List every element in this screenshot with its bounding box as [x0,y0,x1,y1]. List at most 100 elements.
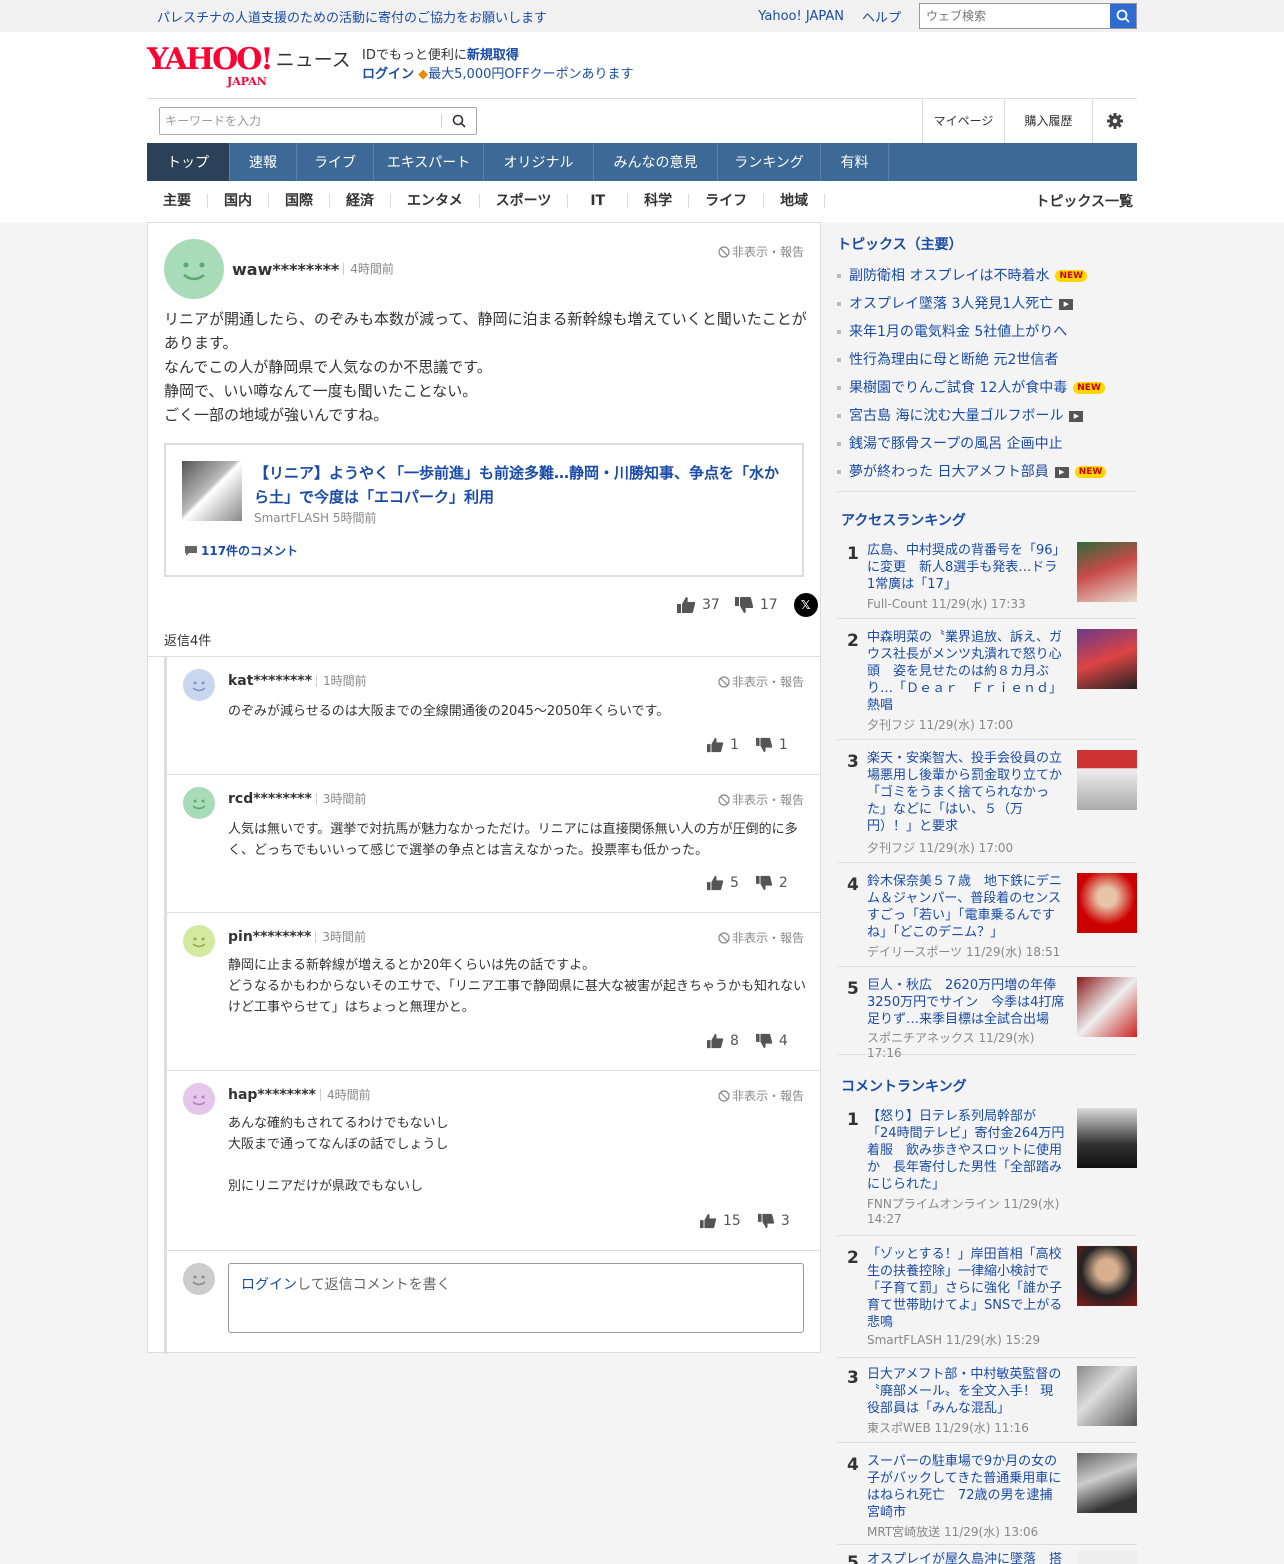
ranking-item[interactable]: 2 中森明菜の〝業界追放、訴え、ガウス社長がメンツ丸潰れで怒り心頭 姿を見せたの… [837,619,1137,740]
category-region[interactable]: 地域 [764,194,826,208]
ranking-item[interactable]: 5 オスプレイが屋久島沖に墜落 搭 [837,1545,1137,1564]
tab-paid[interactable]: 有料 [821,143,889,181]
category-life[interactable]: ライフ [689,194,765,208]
ranking-thumbnail [1077,1551,1137,1564]
topic-item[interactable]: 果樹園でりんご試食 12人が食中毒 NEW [837,374,1137,402]
mypage-button[interactable]: マイページ [922,98,1004,143]
keyword-input[interactable]: キーワードを入力 [160,112,441,129]
video-icon: ▶ [1069,410,1084,422]
topics-section: トピックス（主要） 副防衛相 オスプレイは不時着水 NEW オスプレイ墜落 3人発… [837,234,1137,492]
thumbs-down-icon[interactable] [755,1033,773,1049]
yahoo-japan-link[interactable]: Yahoo! JAPAN [758,9,844,24]
ranking-item[interactable]: 1 【怒り】日テレ系列局幹部が「24時間テレビ」寄付金264万円着服 飲み歩きや… [837,1100,1137,1236]
site-header: YAHOO! JAPAN ニュース IDでもっと便利に新規取得 ログイン ◆最大5… [147,44,1137,94]
category-nav: 主要 国内 国際 経済 エンタメ スポーツ IT 科学 ライフ 地域 トピックス… [147,181,1137,221]
category-main[interactable]: 主要 [147,194,208,208]
category-it[interactable]: IT [568,194,629,208]
topics-list-link[interactable]: トピックス一覧 [1035,191,1137,211]
new-badge: NEW [1073,382,1105,394]
tab-expert[interactable]: エキスパート [374,143,484,181]
article-comments-link[interactable]: 117件のコメント [184,542,298,559]
report-button[interactable]: 非表示・報告 [718,791,804,808]
ranking-item[interactable]: 4 スーパーの駐車場で9か月の女の子がバックしてきた普通乗用車にはねられ死亡 7… [837,1443,1137,1545]
comment-votes: 37 17 𝕏 [676,593,818,617]
signup-link[interactable]: 新規取得 [467,48,519,63]
comment-header: waw******** 4時間前 [164,239,394,299]
report-button[interactable]: 非表示・報告 [718,929,804,946]
thumbs-up-icon[interactable] [706,1033,724,1049]
purchase-history-button[interactable]: 購入履歴 [1004,98,1092,143]
dislike-count: 17 [759,597,778,613]
donation-notice-link[interactable]: パレスチナの人道支援のための活動に寄付のご協力をお願いします [147,7,758,26]
thumbs-down-icon[interactable] [734,596,754,614]
coupon-icon: ◆ [418,67,429,82]
tab-top[interactable]: トップ [147,143,230,181]
yahoo-news-logo[interactable]: YAHOO! JAPAN ニュース [147,44,362,94]
avatar [183,925,215,957]
topic-item[interactable]: オスプレイ墜落 3人発見1人死亡 ▶ [837,290,1137,318]
ranking-thumbnail [1077,977,1137,1037]
coupon-link[interactable]: 最大5,000円OFFクーポンあります [428,67,633,82]
thumbs-up-icon[interactable] [706,737,724,753]
reply-user[interactable]: pin******** [228,929,311,945]
category-entertainment[interactable]: エンタメ [391,194,480,208]
thumbs-up-icon[interactable] [699,1213,717,1229]
thumbs-down-icon[interactable] [755,737,773,753]
category-sports[interactable]: スポーツ [480,194,569,208]
reply-login-link[interactable]: ログイン [241,1277,297,1293]
tab-ranking[interactable]: ランキング [718,143,821,181]
news-label: ニュース [275,49,351,71]
thumbs-up-icon[interactable] [676,596,696,614]
like-count: 37 [702,597,720,613]
reply-input[interactable]: ログインして返信コメントを書く [228,1263,804,1333]
comment-user[interactable]: waw******** [232,260,339,279]
category-world[interactable]: 国際 [269,194,330,208]
ranking-thumbnail [1077,1366,1137,1426]
thumbs-down-icon[interactable] [757,1213,775,1229]
search-icon [452,114,466,128]
tab-live[interactable]: ライブ [297,143,374,181]
reply-user[interactable]: kat******** [228,673,312,689]
ranking-item[interactable]: 3 日大アメフト部・中村敏英監督の〝廃部メール〟を全文入手！ 現役部員は「みんな… [837,1358,1137,1443]
ranking-item[interactable]: 2 「ゾッとする！」岸田首相「高校生の扶養控除」一律縮小検討で「子育て罰」さらに… [837,1236,1137,1358]
topic-item[interactable]: 宮古島 海に沈む大量ゴルフボール ▶ [837,402,1137,430]
category-economy[interactable]: 経済 [330,194,391,208]
tab-original[interactable]: オリジナル [484,143,594,181]
keyword-search[interactable]: キーワードを入力 [159,106,477,135]
ranking-item[interactable]: 5 巨人・秋広 2620万円増の年俸3250万円でサイン 今季は4打席足りず…来… [837,967,1137,1060]
tab-opinion[interactable]: みんなの意見 [594,143,718,181]
report-button[interactable]: 非表示・報告 [718,1087,804,1104]
linked-article-card[interactable]: 【リニア】ようやく「一歩前進」も前途多難…静岡・川勝知事、争点を「水から土」で今… [164,443,804,577]
block-icon [718,793,730,806]
smiley-icon [192,937,206,948]
replies-list: kat******** 1時間前 非表示・報告 のぞみが減らせるのは大阪までの全線… [148,656,820,1354]
keyword-search-button[interactable] [442,114,476,128]
login-link[interactable]: ログイン [362,67,414,82]
ranking-item[interactable]: 3 楽天・安楽智大、投手会役員の立場悪用し後輩から罰金取り立てか「ゴミをうまく捨… [837,740,1137,863]
thumbs-down-icon[interactable] [755,875,773,891]
web-search-button[interactable] [1110,4,1136,28]
category-science[interactable]: 科学 [628,194,690,208]
tab-breaking[interactable]: 速報 [230,143,297,181]
ranking-item[interactable]: 1 広島、中村奨成の背番号を「96」に変更 新人8選手も発表…ドラ1常廣は「17… [837,536,1137,619]
topic-item[interactable]: 銭湯で豚骨スープの風呂 企画中止 [837,430,1137,458]
topic-item[interactable]: 副防衛相 オスプレイは不時着水 NEW [837,262,1137,290]
new-badge: NEW [1055,270,1088,282]
topic-item[interactable]: 性行為理由に母と断絶 元2世信者 [837,346,1137,374]
thumbs-up-icon[interactable] [706,875,724,891]
report-button[interactable]: 非表示・報告 [718,243,804,260]
category-domestic[interactable]: 国内 [208,194,269,208]
reply-user[interactable]: hap******** [228,1087,316,1103]
report-button[interactable]: 非表示・報告 [718,673,804,690]
topic-item[interactable]: 夢が終わった 日大アメフト部員 ▶ NEW [837,458,1137,486]
web-search-input[interactable] [920,4,1110,28]
settings-button[interactable] [1092,98,1137,143]
reply-user[interactable]: rcd******** [228,791,312,807]
article-title[interactable]: 【リニア】ようやく「一歩前進」も前途多難…静岡・川勝知事、争点を「水から土」で今… [254,461,789,509]
x-share-button[interactable]: 𝕏 [793,593,818,617]
ranking-item[interactable]: 4 鈴木保奈美５７歳 地下鉄にデニム＆ジャンパー、普段着のセンスすごっ「若い」「… [837,863,1137,967]
help-link[interactable]: ヘルプ [862,7,901,26]
topic-item[interactable]: 来年1月の電気料金 5社値上がりへ [837,318,1137,346]
reply-item: rcd******** 3時間前 非表示・報告 人気は無いです。選挙で対抗馬が魅力… [167,775,820,913]
comment-thread: waw******** 4時間前 非表示・報告 リニアが開通したら、のぞみも本数… [147,222,821,1354]
